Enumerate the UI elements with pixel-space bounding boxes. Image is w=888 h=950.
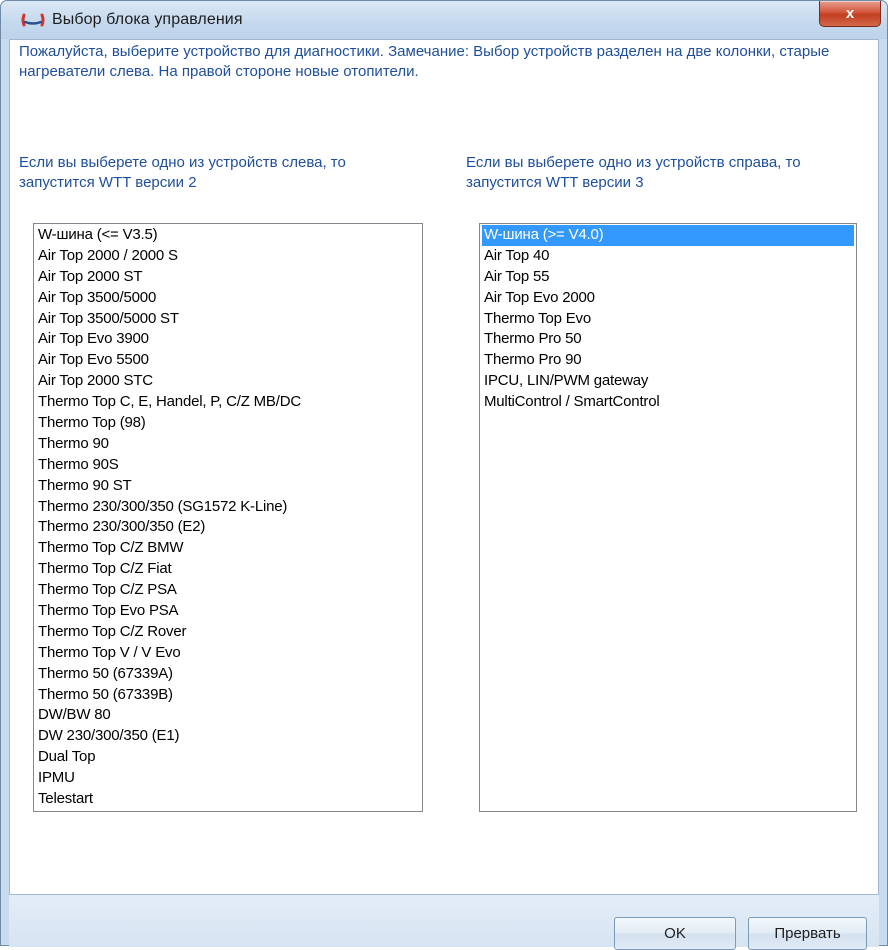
list-item[interactable]: Thermo Top Evo PSA xyxy=(36,601,420,622)
list-item[interactable]: Thermo Top C/Z BMW xyxy=(36,538,420,559)
close-button[interactable]: x xyxy=(819,1,881,27)
list-item[interactable]: Air Top Evo 3900 xyxy=(36,329,420,350)
list-item[interactable]: Thermo Top C/Z Rover xyxy=(36,622,420,643)
list-item[interactable]: Thermo Pro 50 xyxy=(482,329,854,350)
list-item[interactable]: Air Top Evo 5500 xyxy=(36,350,420,371)
list-item[interactable]: W-шина (<= V3.5) xyxy=(36,225,420,246)
ok-button-label: OK xyxy=(664,925,686,942)
heater-logo-icon xyxy=(21,13,45,27)
list-item[interactable]: Air Top 40 xyxy=(482,246,854,267)
left-column-hint: Если вы выберете одно из устройств слева… xyxy=(19,154,346,191)
intro-text: Пожалуйста, выберите устройство для диаг… xyxy=(19,43,830,80)
right-column-hint: Если вы выберете одно из устройств справ… xyxy=(466,154,801,191)
ok-button[interactable]: OK xyxy=(614,917,736,950)
list-item[interactable]: DW/BW 80 xyxy=(36,705,420,726)
list-item[interactable]: Thermo Top (98) xyxy=(36,413,420,434)
cancel-button-label: Прервать xyxy=(774,925,841,942)
dialog-window: Выбор блока управления x Пожалуйста, выб… xyxy=(0,0,888,950)
list-item[interactable]: Thermo 50 (67339B) xyxy=(36,685,420,706)
title-bar[interactable]: Выбор блока управления xyxy=(1,1,887,39)
list-item[interactable]: Thermo 90 ST xyxy=(36,476,420,497)
list-item[interactable]: Air Top 2000 / 2000 S xyxy=(36,246,420,267)
list-item[interactable]: DW 230/300/350 (E1) xyxy=(36,726,420,747)
cancel-button[interactable]: Прервать xyxy=(748,917,867,950)
list-item[interactable]: W-шина (>= V4.0) xyxy=(482,225,854,246)
list-item[interactable]: Dual Top xyxy=(36,747,420,768)
list-item[interactable]: Thermo 90 xyxy=(36,434,420,455)
list-item[interactable]: MultiControl / SmartControl xyxy=(482,392,854,413)
list-item[interactable]: Thermo 230/300/350 (E2) xyxy=(36,517,420,538)
close-icon: x xyxy=(845,5,855,22)
new-device-list[interactable]: W-шина (>= V4.0) Air Top 40 Air Top 55 Air … xyxy=(479,223,857,812)
list-item[interactable]: IPCU, LIN/PWM gateway xyxy=(482,371,854,392)
list-item[interactable]: Air Top 2000 ST xyxy=(36,267,420,288)
list-item[interactable]: Air Top 3500/5000 ST xyxy=(36,309,420,330)
list-item[interactable]: Thermo Top C/Z Fiat xyxy=(36,559,420,580)
list-item[interactable]: Thermo 90S xyxy=(36,455,420,476)
list-item[interactable]: Air Top Evo 2000 xyxy=(482,288,854,309)
list-item[interactable]: Thermo 230/300/350 (SG1572 K-Line) xyxy=(36,497,420,518)
list-item[interactable]: Telestart xyxy=(36,789,420,810)
list-item[interactable]: Thermo Top V / V Evo xyxy=(36,643,420,664)
list-item[interactable]: Air Top 2000 STC xyxy=(36,371,420,392)
list-item[interactable]: Air Top 3500/5000 xyxy=(36,288,420,309)
list-item[interactable]: Air Top 55 xyxy=(482,267,854,288)
list-item[interactable]: Thermo 50 (67339A) xyxy=(36,664,420,685)
window-title: Выбор блока управления xyxy=(52,11,243,28)
list-item[interactable]: Thermo Top Evo xyxy=(482,309,854,330)
list-item[interactable]: Thermo Top C, E, Handel, P, C/Z MB/DC xyxy=(36,392,420,413)
list-item[interactable]: IPMU xyxy=(36,768,420,789)
list-item[interactable]: Thermo Top C/Z PSA xyxy=(36,580,420,601)
list-item[interactable]: Thermo Pro 90 xyxy=(482,350,854,371)
legacy-device-list[interactable]: W-шина (<= V3.5) Air Top 2000 / 2000 S Air… xyxy=(33,223,423,812)
